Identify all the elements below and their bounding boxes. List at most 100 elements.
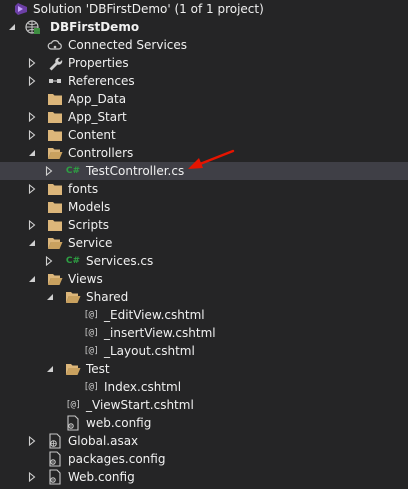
controllers-label: Controllers bbox=[68, 146, 134, 160]
services-cs-label: Services.cs bbox=[86, 254, 154, 268]
web-project-icon bbox=[25, 19, 41, 35]
open-folder-icon bbox=[65, 361, 81, 377]
app-start-label: App_Start bbox=[68, 110, 127, 124]
tree-row-test-controller[interactable]: C# TestController.cs bbox=[0, 162, 408, 180]
folder-icon bbox=[47, 217, 63, 233]
views-label: Views bbox=[68, 272, 103, 286]
expand-arrow-icon[interactable] bbox=[26, 180, 38, 198]
razor-file-icon: [@] bbox=[83, 343, 99, 359]
app-data-label: App_Data bbox=[68, 92, 127, 106]
references-label: References bbox=[68, 74, 135, 88]
razor-glyph: [@] bbox=[83, 382, 99, 392]
edit-view-label: _EditView.cshtml bbox=[104, 308, 205, 322]
tree-row-properties[interactable]: Properties bbox=[0, 54, 408, 72]
collapse-arrow-icon[interactable] bbox=[26, 234, 38, 252]
global-asax-label: Global.asax bbox=[68, 434, 139, 448]
tree-row-layout[interactable]: [@] _Layout.cshtml bbox=[0, 342, 408, 360]
razor-file-icon: [@] bbox=[83, 325, 99, 341]
expand-arrow-icon[interactable] bbox=[26, 72, 38, 90]
folder-icon bbox=[47, 109, 63, 125]
tree-row-app-start[interactable]: App_Start bbox=[0, 108, 408, 126]
collapse-arrow-icon[interactable] bbox=[6, 18, 18, 36]
folder-icon bbox=[47, 91, 63, 107]
razor-file-icon: [@] bbox=[83, 307, 99, 323]
razor-glyph: [@] bbox=[83, 310, 99, 320]
test-folder-label: Test bbox=[86, 362, 110, 376]
expand-arrow-icon[interactable] bbox=[43, 252, 55, 270]
properties-label: Properties bbox=[68, 56, 129, 70]
project-label: DBFirstDemo bbox=[50, 20, 140, 34]
service-label: Service bbox=[68, 236, 113, 250]
open-folder-icon bbox=[47, 271, 63, 287]
razor-glyph: [@] bbox=[65, 400, 81, 410]
expand-arrow-icon[interactable] bbox=[26, 108, 38, 126]
config-file-icon bbox=[47, 469, 63, 485]
collapse-arrow-icon[interactable] bbox=[26, 270, 38, 288]
csharp-file-icon: C# bbox=[65, 253, 81, 269]
tree-row-connected-services[interactable]: Connected Services bbox=[0, 36, 408, 54]
collapse-arrow-icon[interactable] bbox=[44, 288, 56, 306]
tree-row-views[interactable]: Views bbox=[0, 270, 408, 288]
razor-file-icon: [@] bbox=[65, 397, 81, 413]
tree-row-controllers[interactable]: Controllers bbox=[0, 144, 408, 162]
tree-row-global-asax[interactable]: Global.asax bbox=[0, 432, 408, 450]
solution-label: Solution 'DBFirstDemo' (1 of 1 project) bbox=[33, 2, 264, 16]
razor-file-icon: [@] bbox=[83, 379, 99, 395]
root-web-config-label: Web.config bbox=[68, 470, 135, 484]
viewstart-label: _ViewStart.cshtml bbox=[86, 398, 194, 412]
views-web-config-label: web.config bbox=[86, 416, 152, 430]
tree-row-test-folder[interactable]: Test bbox=[0, 360, 408, 378]
tree-row-project[interactable]: DBFirstDemo bbox=[0, 18, 408, 36]
expand-arrow-icon[interactable] bbox=[26, 216, 38, 234]
tree-row-packages-config[interactable]: packages.config bbox=[0, 450, 408, 468]
tree-row-service[interactable]: Service bbox=[0, 234, 408, 252]
csharp-glyph: C# bbox=[65, 256, 81, 266]
tree-row-scripts[interactable]: Scripts bbox=[0, 216, 408, 234]
tree-row-fonts[interactable]: fonts bbox=[0, 180, 408, 198]
open-folder-icon bbox=[65, 289, 81, 305]
packages-config-label: packages.config bbox=[68, 452, 166, 466]
wrench-icon bbox=[47, 55, 63, 71]
tree-row-models[interactable]: Models bbox=[0, 198, 408, 216]
tree-row-edit-view[interactable]: [@] _EditView.cshtml bbox=[0, 306, 408, 324]
solution-explorer-tree: Solution 'DBFirstDemo' (1 of 1 project) … bbox=[0, 0, 408, 489]
asax-file-icon bbox=[47, 433, 63, 449]
expand-arrow-icon[interactable] bbox=[26, 432, 38, 450]
tree-row-views-web-config[interactable]: web.config bbox=[0, 414, 408, 432]
open-folder-icon bbox=[47, 235, 63, 251]
expand-arrow-icon[interactable] bbox=[26, 54, 38, 72]
tree-row-references[interactable]: References bbox=[0, 72, 408, 90]
index-label: Index.cshtml bbox=[104, 380, 182, 394]
tree-row-app-data[interactable]: App_Data bbox=[0, 90, 408, 108]
csharp-file-icon: C# bbox=[65, 163, 81, 179]
expand-arrow-icon[interactable] bbox=[26, 468, 38, 486]
layout-label: _Layout.cshtml bbox=[104, 344, 195, 358]
references-icon bbox=[47, 73, 63, 89]
collapse-arrow-icon[interactable] bbox=[44, 360, 56, 378]
tree-row-shared[interactable]: Shared bbox=[0, 288, 408, 306]
content-label: Content bbox=[68, 128, 116, 142]
shared-label: Shared bbox=[86, 290, 129, 304]
config-file-icon bbox=[47, 451, 63, 467]
expand-arrow-icon[interactable] bbox=[43, 162, 55, 180]
tree-row-services-cs[interactable]: C# Services.cs bbox=[0, 252, 408, 270]
tree-row-viewstart[interactable]: [@] _ViewStart.cshtml bbox=[0, 396, 408, 414]
tree-row-content[interactable]: Content bbox=[0, 126, 408, 144]
connected-services-icon bbox=[47, 37, 63, 53]
solution-icon bbox=[13, 1, 29, 17]
folder-icon bbox=[47, 181, 63, 197]
test-controller-label: TestController.cs bbox=[86, 164, 185, 178]
tree-row-root-web-config[interactable]: Web.config bbox=[0, 468, 408, 486]
connected-services-label: Connected Services bbox=[68, 38, 188, 52]
collapse-arrow-icon[interactable] bbox=[26, 144, 38, 162]
razor-glyph: [@] bbox=[83, 346, 99, 356]
config-file-icon bbox=[65, 415, 81, 431]
scripts-label: Scripts bbox=[68, 218, 110, 232]
expand-arrow-icon[interactable] bbox=[26, 126, 38, 144]
tree-row-insert-view[interactable]: [@] _insertView.cshtml bbox=[0, 324, 408, 342]
folder-icon bbox=[47, 199, 63, 215]
tree-row-index[interactable]: [@] Index.cshtml bbox=[0, 378, 408, 396]
tree-row-solution[interactable]: Solution 'DBFirstDemo' (1 of 1 project) bbox=[0, 0, 408, 18]
open-folder-icon bbox=[47, 145, 63, 161]
fonts-label: fonts bbox=[68, 182, 99, 196]
